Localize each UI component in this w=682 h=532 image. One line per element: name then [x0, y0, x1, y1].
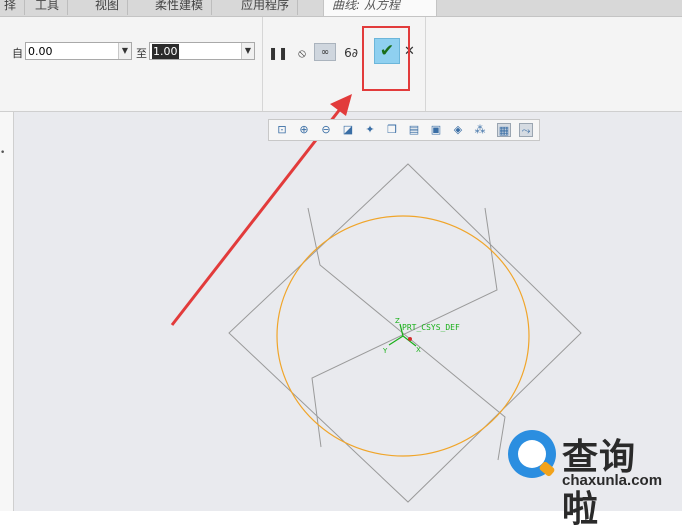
view-toolbar: ⊡ ⊕ ⊖ ◪ ✦ ❒ ▤ ▣ ◈ ⁂ ▦ ⤳	[268, 119, 540, 141]
named-views-icon[interactable]: ▤	[407, 123, 421, 137]
csys-y-label: Y	[382, 347, 388, 355]
saved-orientations-icon[interactable]: ❒	[385, 123, 399, 137]
csys-z-label: Z	[395, 317, 400, 325]
zoom-out-icon[interactable]: ⊖	[319, 123, 333, 137]
annotation-display-icon[interactable]: ⤳	[519, 123, 533, 137]
zoom-in-icon[interactable]: ⊕	[297, 123, 311, 137]
watermark: 查询啦 chaxunla.com	[502, 426, 670, 530]
watermark-en: chaxunla.com	[562, 472, 663, 489]
watermark-logo-icon	[508, 430, 556, 478]
spin-center-icon[interactable]: ▦	[497, 123, 511, 137]
refit-icon[interactable]: ⊡	[275, 123, 289, 137]
perspective-icon[interactable]: ◈	[451, 123, 465, 137]
display-style-icon[interactable]: ▣	[429, 123, 443, 137]
datum-display-icon[interactable]: ⁂	[473, 123, 487, 137]
csys-x-label: X	[416, 346, 421, 354]
datum-plane-side	[307, 207, 506, 461]
csys-label: PRT_CSYS_DEF	[402, 323, 460, 332]
annotation-arrow-head	[330, 94, 352, 116]
csys-origin	[408, 337, 412, 341]
view-manager-icon[interactable]: ✦	[363, 123, 377, 137]
repaint-icon[interactable]: ◪	[341, 123, 355, 137]
